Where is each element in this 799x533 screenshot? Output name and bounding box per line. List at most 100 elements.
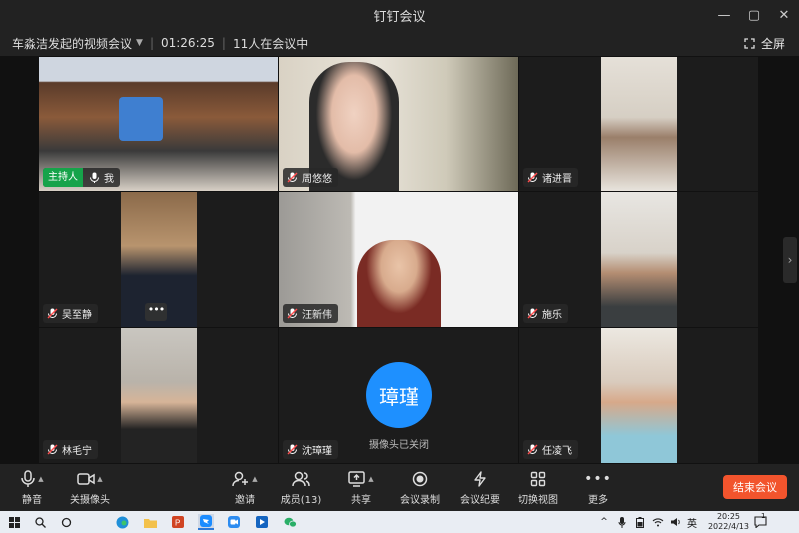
task-view-icon[interactable] (58, 514, 74, 530)
chevron-down-icon[interactable]: ▼ (136, 38, 143, 48)
clock-date: 2022/4/13 (707, 522, 749, 531)
screen-share-icon (348, 471, 366, 487)
participant-label: 汪新伟 (283, 304, 338, 323)
ime-indicator[interactable]: 英 (684, 514, 700, 530)
muted-microphone-icon (287, 308, 298, 319)
video-feed (601, 192, 677, 327)
participant-name: 林毛宁 (62, 446, 92, 457)
next-page-button[interactable]: › (783, 237, 797, 283)
fullscreen-label: 全屏 (760, 36, 785, 51)
more-button[interactable]: ••• 更多 (584, 464, 612, 511)
video-tile-wu[interactable]: 吴至静 ••• (39, 192, 278, 327)
fullscreen-button[interactable]: 全屏 (744, 30, 785, 56)
person-silhouette (357, 240, 441, 327)
members-button[interactable]: 成员(13) (280, 464, 322, 511)
meeting-info-bar: 车淼洁发起的视频会议 ▼ | 01:26:25 | 11人在会议中 (0, 30, 799, 56)
minimize-button[interactable]: — (709, 0, 739, 30)
dingtalk-icon[interactable] (198, 514, 214, 530)
muted-microphone-icon (287, 172, 298, 183)
maximize-button[interactable]: ▢ (739, 0, 769, 30)
camera-off-button[interactable]: ▲ 关摄像头 (66, 464, 114, 511)
participant-name: 任凌飞 (542, 446, 572, 457)
window-title: 钉钉会议 (373, 9, 426, 25)
video-feed (121, 328, 197, 463)
mute-label: 静音 (22, 495, 42, 506)
meeting-duration: 01:26:25 (160, 36, 215, 50)
video-tile-shi[interactable]: 施乐 (519, 192, 758, 327)
participant-name: 沈璋瑾 (302, 446, 332, 457)
participant-label: 诸进晋 (523, 168, 578, 187)
members-label: 成员(13) (280, 495, 322, 506)
battery-icon[interactable] (632, 514, 648, 530)
title-bar: 钉钉会议 — ▢ ✕ (0, 0, 799, 30)
video-tile-wang[interactable]: 汪新伟 (279, 192, 518, 327)
wechat-icon[interactable] (282, 514, 298, 530)
avatar: 璋瑾 (366, 362, 432, 428)
participant-label: 施乐 (523, 304, 568, 323)
video-tile-zhu[interactable]: 诸进晋 (519, 57, 758, 191)
share-label: 共享 (351, 495, 371, 506)
ellipsis-icon: ••• (584, 471, 612, 487)
chevron-up-icon[interactable]: ▲ (38, 475, 43, 483)
participant-label: 主持人 我 (43, 168, 120, 187)
divider: | (149, 36, 154, 50)
participant-label: 林毛宁 (43, 440, 98, 459)
lightning-icon (474, 471, 486, 487)
os-taskbar: P ^ 英 20:25 2022/4/13 1 (0, 511, 799, 533)
meeting-toolbar: ▲ 静音 ▲ 关摄像头 ▲ 邀请 成员(13) ▲ 共享 会议录制 会议纪要 切… (0, 464, 799, 511)
system-clock[interactable]: 20:25 2022/4/13 (708, 512, 749, 532)
chevron-up-icon[interactable]: ▲ (97, 475, 102, 483)
video-tile-ren[interactable]: 任凌飞 (519, 328, 758, 463)
chevron-up-icon[interactable]: ▲ (368, 475, 373, 483)
microphone-icon (90, 172, 99, 183)
mute-button[interactable]: ▲ 静音 (14, 464, 50, 511)
participant-name: 诸进晋 (542, 174, 572, 185)
camera-off-label: 关摄像头 (70, 495, 110, 506)
users-icon (292, 471, 310, 487)
meeting-app-icon[interactable] (226, 514, 242, 530)
chevron-up-icon[interactable]: ^ (596, 514, 612, 530)
add-user-icon (232, 471, 249, 487)
volume-icon[interactable] (668, 514, 684, 530)
windows-start-icon[interactable] (6, 514, 22, 530)
video-grid: 主持人 我 周悠悠 诸进晋 吴至静 ••• 汪新伟 施乐 林毛宁 璋瑾 摄像头已… (0, 56, 799, 464)
participant-label: 吴至静 (43, 304, 98, 323)
participant-label: 周悠悠 (283, 168, 338, 187)
file-explorer-icon[interactable] (142, 514, 158, 530)
record-button[interactable]: 会议录制 (400, 464, 440, 511)
close-button[interactable]: ✕ (769, 0, 799, 30)
muted-microphone-icon (527, 308, 538, 319)
video-tile-me[interactable]: 主持人 我 (39, 57, 278, 191)
minutes-button[interactable]: 会议纪要 (460, 464, 500, 511)
video-tile-zhou[interactable]: 周悠悠 (279, 57, 518, 191)
microphone-icon[interactable] (614, 514, 630, 530)
notification-center-icon[interactable]: 1 (752, 512, 768, 530)
powerpoint-icon[interactable]: P (170, 514, 186, 530)
end-meeting-button[interactable]: 结束会议 (723, 475, 787, 499)
minutes-label: 会议纪要 (460, 495, 500, 506)
video-tile-lin[interactable]: 林毛宁 (39, 328, 278, 463)
participant-label: 沈璋瑾 (283, 440, 338, 459)
share-button[interactable]: ▲ 共享 (346, 464, 376, 511)
chevron-right-icon: › (787, 253, 793, 267)
search-icon[interactable] (32, 514, 48, 530)
more-options-button[interactable]: ••• (145, 303, 167, 321)
notification-count: 1 (761, 512, 766, 520)
muted-microphone-icon (287, 444, 298, 455)
network-icon[interactable] (650, 514, 666, 530)
muted-microphone-icon (527, 172, 538, 183)
video-feed (601, 57, 677, 191)
host-badge: 主持人 (43, 168, 83, 187)
switch-view-label: 切换视图 (518, 495, 558, 506)
participants-count: 11人在会议中 (232, 36, 309, 51)
switch-view-button[interactable]: 切换视图 (518, 464, 558, 511)
video-player-icon[interactable] (254, 514, 270, 530)
chevron-up-icon[interactable]: ▲ (252, 475, 257, 483)
video-feed (601, 328, 677, 463)
invite-button[interactable]: ▲ 邀请 (228, 464, 262, 511)
record-label: 会议录制 (400, 495, 440, 506)
grid-view-icon (530, 471, 546, 487)
video-tile-shen[interactable]: 璋瑾 摄像头已关闭 沈璋瑾 (279, 328, 518, 463)
edge-browser-icon[interactable] (114, 514, 130, 530)
meeting-name[interactable]: 车淼洁发起的视频会议 (12, 35, 132, 52)
